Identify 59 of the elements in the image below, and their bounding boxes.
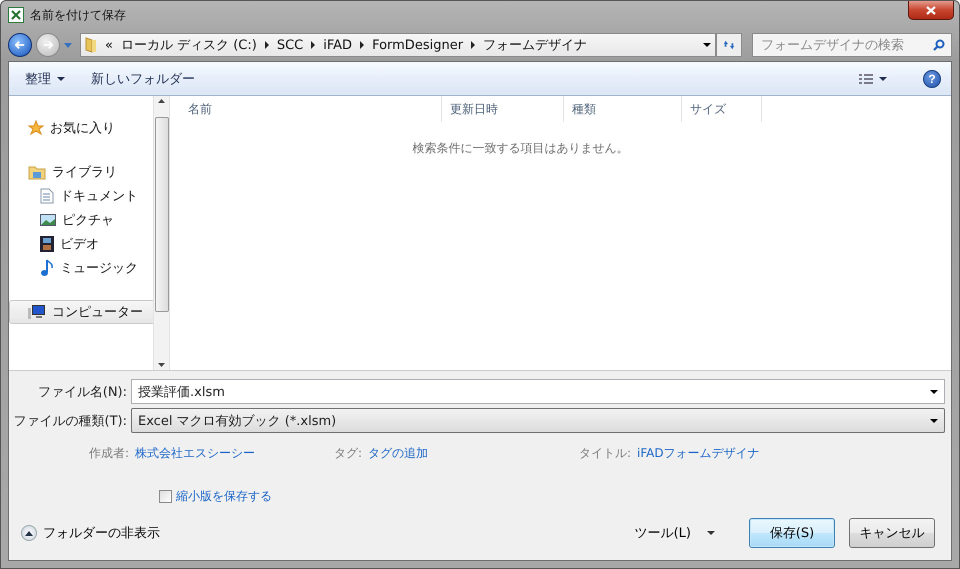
column-header[interactable]: サイズ — [682, 96, 762, 122]
hide-folders-button[interactable]: フォルダーの非表示 — [21, 524, 160, 542]
caret-up-icon — [25, 530, 33, 536]
thumbnail-checkbox[interactable]: 縮小版を保存する — [159, 488, 945, 505]
computer-icon — [28, 304, 46, 320]
caret-icon[interactable] — [703, 43, 711, 47]
star-icon — [28, 120, 44, 136]
address-bar[interactable]: « ローカル ディスク (C:) SCC iFAD FormDesigner フォームデザイナ — [80, 33, 716, 57]
view-options-icon[interactable] — [859, 74, 887, 84]
film-icon — [40, 236, 54, 252]
column-header[interactable]: 更新日時 — [442, 96, 564, 122]
folder-icon — [28, 164, 46, 180]
sidebar-item[interactable]: コンピューター — [9, 300, 155, 324]
new-folder-button[interactable]: 新しいフォルダー — [85, 66, 201, 92]
document-icon — [40, 188, 54, 204]
scrollbar[interactable] — [153, 96, 170, 370]
organize-menu[interactable]: 整理 — [19, 66, 71, 92]
metadata-label: タグ: — [334, 445, 362, 462]
metadata-label: 作成者: — [89, 445, 130, 462]
empty-message: 検索条件に一致する項目はありません。 — [412, 140, 628, 157]
window-title: 名前を付けて保存 — [30, 6, 126, 24]
breadcrumb-segment[interactable]: FormDesigner — [372, 38, 464, 52]
sidebar-item[interactable]: お気に入り — [9, 116, 155, 140]
search-icon — [933, 39, 945, 51]
back-button[interactable] — [8, 33, 32, 57]
breadcrumb-segment[interactable]: iFAD — [323, 38, 352, 52]
refresh-button[interactable] — [716, 33, 742, 57]
metadata-label: タイトル: — [579, 445, 632, 462]
column-header[interactable]: 名前 — [170, 96, 442, 122]
column-header[interactable]: 種類 — [564, 96, 682, 122]
scroll-down-icon[interactable] — [158, 363, 165, 367]
file-name-label: ファイル名(N): — [36, 384, 127, 400]
scroll-up-icon[interactable] — [158, 99, 165, 103]
metadata-value[interactable]: タグの追加 — [368, 445, 428, 462]
save-button[interactable]: 保存(S) — [749, 518, 835, 548]
file-type-dropdown[interactable]: Excel マクロ有効ブック (*.xlsm) — [131, 408, 945, 433]
tools-menu[interactable]: ツール(L) — [628, 523, 721, 543]
music-note-icon — [40, 259, 54, 277]
sidebar-item[interactable]: ミュージック — [9, 256, 155, 280]
arrow-right-icon — [43, 40, 53, 50]
close-button[interactable] — [908, 1, 954, 20]
picture-icon — [40, 213, 56, 227]
help-button[interactable]: ? — [923, 70, 941, 88]
metadata-value[interactable]: 株式会社エスシーシー — [135, 445, 256, 462]
file-type-label: ファイルの種類(T): — [12, 412, 127, 430]
breadcrumb-segment[interactable]: SCC — [276, 38, 304, 52]
breadcrumb-segment[interactable]: フォームデザイナ — [483, 36, 588, 54]
folder-icon — [85, 37, 97, 53]
spreadsheet-app-icon — [8, 7, 24, 23]
cancel-button[interactable]: キャンセル — [849, 518, 935, 548]
breadcrumb-segment[interactable]: ローカル ディスク (C:) — [120, 36, 257, 54]
refresh-icon — [723, 39, 735, 51]
sidebar-item[interactable]: ドキュメント — [9, 184, 155, 208]
file-name-field[interactable]: 授業評価.xlsm — [131, 379, 945, 404]
arrow-left-icon — [15, 40, 25, 50]
overflow-chevron[interactable]: « — [105, 38, 113, 52]
close-icon — [926, 6, 936, 14]
metadata-value[interactable]: iFADフォームデザイナ — [637, 445, 760, 462]
search-field[interactable]: フォームデザイナの検索 — [752, 33, 952, 57]
